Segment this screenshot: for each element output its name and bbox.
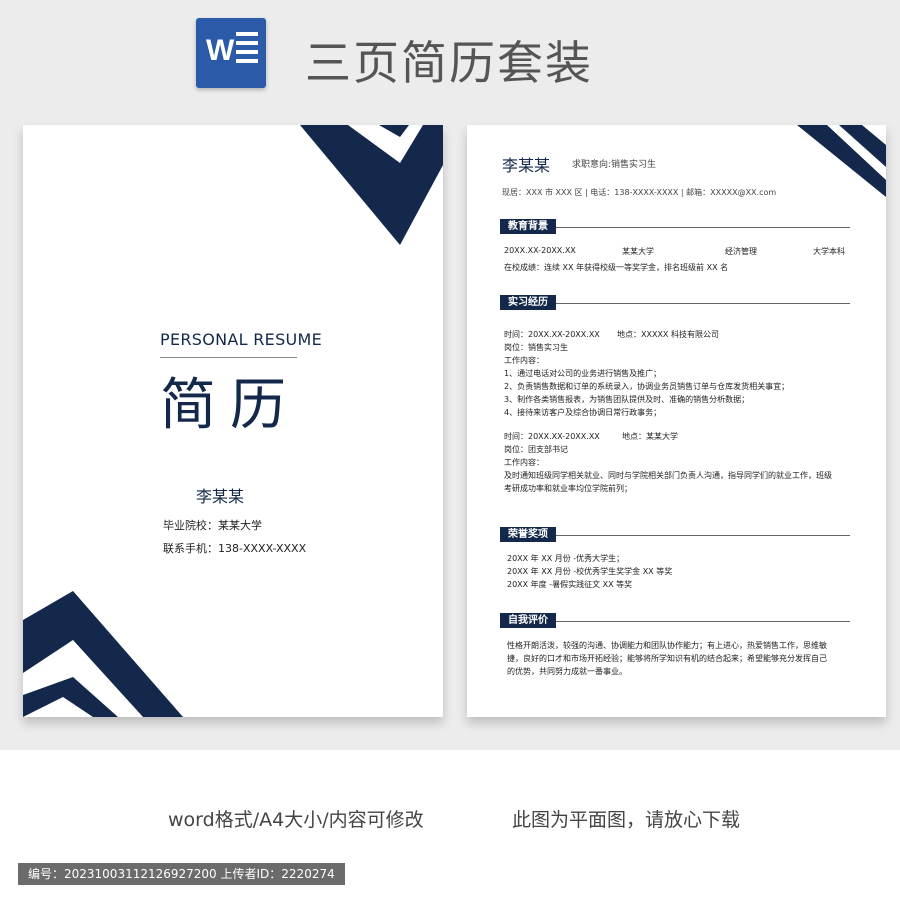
education-grades: 在校成绩：连续 XX 年获得校级一等奖学金，排名班级前 XX 名 [504, 263, 729, 272]
internship-header: 实习经历 [500, 295, 556, 310]
self-eval-line: 捷，良好的口才和市场开拓经验；能够将所学知识有机的结合起来；希望能够充分发挥自己 [507, 654, 827, 663]
job2-desc: 考研成功率和就业率均位学院前列； [504, 484, 632, 493]
honor-item: 20XX 年 XX 月份 -校优秀学生奖学金 XX 等奖 [507, 567, 673, 576]
resume-job-intent: 求职意向:销售实习生 [572, 160, 657, 170]
cover-name: 李某某 [196, 487, 245, 506]
word-document-icon: W [196, 18, 266, 88]
cover-phone: 联系手机：138-XXXX-XXXX [163, 542, 307, 555]
job2-content-label: 工作内容： [504, 458, 544, 467]
upload-meta-badge: 编号：20231003112126927200 上传者ID：2220274 [18, 863, 345, 885]
cover-school: 毕业院校：某某大学 [163, 519, 262, 532]
resume-contact-line: 现居：XXX 市 XXX 区 | 电话：138-XXXX-XXXX | 邮箱：X… [502, 188, 777, 197]
job2-post: 岗位：团支部书记 [504, 445, 568, 454]
resume-name: 李某某 [502, 156, 551, 175]
honors-header: 荣誉奖项 [500, 527, 556, 542]
job1-place: 地点：XXXXX 科技有限公司 [617, 330, 719, 339]
education-school: 某某大学 [622, 247, 654, 256]
resume-chevron-graphic [797, 125, 886, 197]
education-degree: 大学本科 [813, 247, 845, 256]
cover-page: PERSONAL RESUME 简历 李某某 毕业院校：某某大学 联系手机：13… [23, 125, 443, 717]
format-caption: word格式/A4大小/内容可修改 [168, 809, 424, 831]
honor-item: 20XX 年 XX 月份 -优秀大学生； [507, 554, 625, 563]
resume-page: 李某某 求职意向:销售实习生 现居：XXX 市 XXX 区 | 电话：138-X… [467, 125, 886, 717]
job1-time: 时间：20XX.XX-20XX.XX [504, 330, 600, 339]
job2-desc: 及时通知班级同学相关就业、同时与学院相关部门负责人沟通，指导同学们的就业工作，班… [504, 471, 832, 480]
chevron-top-right-outer [300, 125, 443, 245]
self-eval-line: 性格开朗活泼，较强的沟通、协调能力和团队协作能力；有上进心，热爱销售工作，思维敏 [507, 641, 827, 650]
job1-item: 2、负责销售数据和订单的系统录入，协调业务员销售订单与仓库发货相关事宜； [504, 382, 790, 391]
cover-chinese-title: 简历 [160, 373, 300, 438]
job1-item: 1、通过电话对公司的业务进行销售及推广； [504, 369, 662, 378]
job2-time: 时间：20XX.XX-20XX.XX [504, 432, 600, 441]
education-period: 20XX.XX-20XX.XX [504, 246, 576, 255]
education-header: 教育背景 [500, 219, 556, 234]
word-icon-letter: W [206, 34, 235, 67]
header-title: 三页简历套装 [305, 36, 593, 90]
cover-english-title: PERSONAL RESUME [160, 330, 323, 349]
education-major: 经济管理 [725, 247, 757, 256]
honor-item: 20XX 年度 -暑假实践征文 XX 等奖 [507, 580, 633, 589]
cover-title-rule [160, 357, 297, 358]
preview-caption: 此图为平面图，请放心下载 [512, 809, 741, 831]
job1-content-label: 工作内容： [504, 356, 544, 365]
self-eval-line: 的优势，共同努力成就一番事业。 [507, 667, 627, 676]
job1-item: 3、制作各类销售报表，为销售团队提供及时、准确的销售分析数据； [504, 395, 750, 404]
job1-post: 岗位：销售实习生 [504, 343, 568, 352]
self-eval-header: 自我评价 [500, 613, 556, 628]
job1-item: 4、接待来访客户及综合协调日常行政事务； [504, 408, 662, 417]
job2-place: 地点：某某大学 [622, 432, 678, 441]
